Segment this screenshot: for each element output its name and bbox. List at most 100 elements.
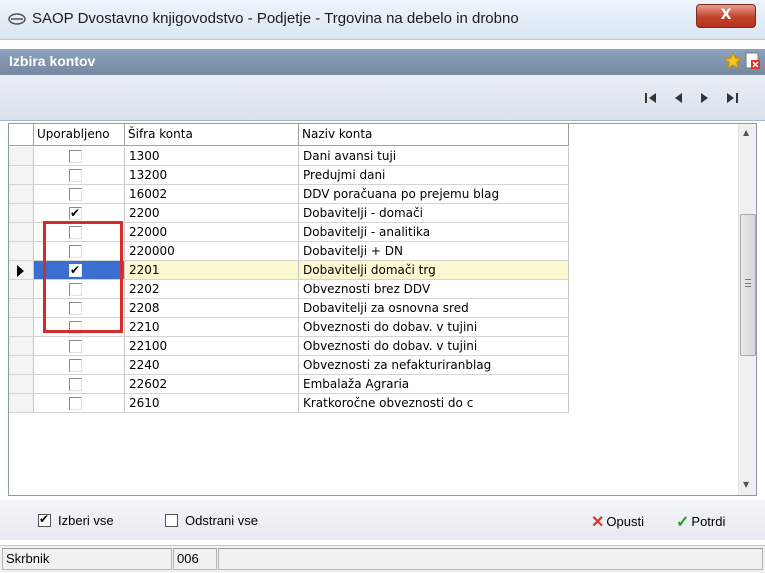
grid-header: Uporabljeno Šifra konta Naziv konta bbox=[9, 124, 569, 146]
used-checkbox[interactable] bbox=[69, 359, 82, 372]
account-name-cell: DDV poračuana po prejemu blag bbox=[299, 185, 569, 204]
row-indicator[interactable] bbox=[9, 356, 34, 375]
used-checkbox[interactable] bbox=[69, 340, 82, 353]
previous-record-icon[interactable] bbox=[670, 91, 686, 105]
row-indicator[interactable] bbox=[9, 242, 34, 261]
status-field-label: Skrbnik bbox=[2, 548, 172, 570]
document-icon[interactable] bbox=[745, 52, 761, 70]
confirm-label: Potrdi bbox=[691, 514, 726, 529]
used-cell bbox=[34, 337, 125, 356]
used-checkbox[interactable] bbox=[69, 397, 82, 410]
account-code-cell: 2201 bbox=[125, 261, 299, 280]
used-checkbox[interactable] bbox=[69, 169, 82, 182]
account-name-cell: Obveznosti brez DDV bbox=[299, 280, 569, 299]
account-name-cell: Dani avansi tuji bbox=[299, 147, 569, 166]
table-row[interactable]: 2610 Kratkoročne obveznosti do c bbox=[9, 394, 569, 413]
row-indicator[interactable] bbox=[9, 147, 34, 166]
account-code-cell: 2610 bbox=[125, 394, 299, 413]
row-indicator[interactable] bbox=[9, 337, 34, 356]
account-code-cell: 1300 bbox=[125, 147, 299, 166]
last-record-icon[interactable] bbox=[724, 91, 740, 105]
column-header-used[interactable]: Uporabljeno bbox=[34, 124, 125, 146]
select-all-option[interactable]: Izberi vse bbox=[38, 512, 114, 528]
account-name-cell: Dobavitelji - analitika bbox=[299, 223, 569, 242]
account-code-cell: 220000 bbox=[125, 242, 299, 261]
table-row[interactable]: 2240 Obveznosti za nefakturiranblag bbox=[9, 356, 569, 375]
navigation-bar bbox=[0, 75, 765, 121]
column-header-account-code[interactable]: Šifra konta bbox=[125, 124, 299, 146]
account-code-cell: 22100 bbox=[125, 337, 299, 356]
select-all-checkbox[interactable] bbox=[38, 512, 51, 527]
cancel-icon: ✕ bbox=[591, 514, 605, 531]
scroll-thumb[interactable] bbox=[740, 214, 756, 356]
app-icon bbox=[8, 13, 26, 25]
table-row[interactable]: 13200 Predujmi dani bbox=[9, 166, 569, 185]
account-name-cell: Dobavitelji domači trg bbox=[299, 261, 569, 280]
account-name-cell: Dobavitelji za osnovna sred bbox=[299, 299, 569, 318]
account-code-cell: 2202 bbox=[125, 280, 299, 299]
cancel-label: Opusti bbox=[606, 514, 644, 529]
account-name-cell: Kratkoročne obveznosti do c bbox=[299, 394, 569, 413]
account-code-cell: 13200 bbox=[125, 166, 299, 185]
accounts-grid: Uporabljeno Šifra konta Naziv konta 1300… bbox=[8, 123, 757, 496]
grip-icon bbox=[745, 279, 751, 287]
current-row-arrow-icon bbox=[17, 265, 24, 277]
table-row[interactable]: 16002 DDV poračuana po prejemu blag bbox=[9, 185, 569, 204]
window-titlebar: SAOP Dvostavno knjigovodstvo - Podjetje … bbox=[0, 0, 765, 40]
row-indicator[interactable] bbox=[9, 280, 34, 299]
account-code-cell: 2200 bbox=[125, 204, 299, 223]
row-indicator[interactable] bbox=[9, 375, 34, 394]
account-name-cell: Obveznosti do dobav. v tujini bbox=[299, 337, 569, 356]
account-code-cell: 2210 bbox=[125, 318, 299, 337]
cancel-button[interactable]: ✕ Opusti bbox=[591, 512, 644, 532]
vertical-scrollbar[interactable]: ▲ ▼ bbox=[738, 124, 756, 495]
status-field-value: 006 bbox=[173, 548, 217, 570]
row-indicator[interactable] bbox=[9, 185, 34, 204]
row-indicator[interactable] bbox=[9, 318, 34, 337]
account-name-cell: Obveznosti za nefakturiranblag bbox=[299, 356, 569, 375]
scroll-up-icon[interactable]: ▲ bbox=[743, 128, 749, 137]
account-name-cell: Obveznosti do dobav. v tujini bbox=[299, 318, 569, 337]
close-button[interactable]: X bbox=[696, 4, 756, 28]
account-name-cell: Embalaža Agraria bbox=[299, 375, 569, 394]
dialog-title: Izbira kontov bbox=[9, 53, 96, 69]
row-indicator[interactable] bbox=[9, 204, 34, 223]
table-row[interactable]: 22602 Embalaža Agraria bbox=[9, 375, 569, 394]
used-checkbox[interactable] bbox=[69, 204, 82, 222]
row-indicator[interactable] bbox=[9, 166, 34, 185]
bottom-bar: Izberi vse Odstrani vse ✕Opusti ✓Potrdi bbox=[0, 500, 765, 540]
next-record-icon[interactable] bbox=[697, 91, 713, 105]
highlight-box bbox=[43, 221, 123, 333]
used-checkbox[interactable] bbox=[69, 150, 82, 163]
status-bar: Skrbnik 006 bbox=[0, 545, 765, 573]
table-row[interactable]: 1300 Dani avansi tuji bbox=[9, 147, 569, 166]
account-name-cell: Dobavitelji + DN bbox=[299, 242, 569, 261]
dialog-header: Izbira kontov bbox=[0, 49, 765, 75]
scroll-down-icon[interactable]: ▼ bbox=[743, 480, 749, 489]
account-code-cell: 22000 bbox=[125, 223, 299, 242]
header-indicator bbox=[9, 124, 34, 146]
remove-all-checkbox[interactable] bbox=[165, 514, 178, 527]
star-icon[interactable] bbox=[724, 52, 742, 70]
used-checkbox[interactable] bbox=[69, 188, 82, 201]
account-code-cell: 2240 bbox=[125, 356, 299, 375]
remove-all-option[interactable]: Odstrani vse bbox=[165, 513, 258, 528]
used-cell bbox=[34, 147, 125, 166]
account-name-cell: Dobavitelji - domači bbox=[299, 204, 569, 223]
remove-all-label: Odstrani vse bbox=[185, 513, 258, 528]
row-indicator[interactable] bbox=[9, 223, 34, 242]
row-indicator[interactable] bbox=[9, 299, 34, 318]
select-all-label: Izberi vse bbox=[58, 513, 114, 528]
row-indicator[interactable] bbox=[9, 394, 34, 413]
first-record-icon[interactable] bbox=[643, 91, 659, 105]
table-row[interactable]: 22100 Obveznosti do dobav. v tujini bbox=[9, 337, 569, 356]
confirm-button[interactable]: ✓ Potrdi bbox=[676, 512, 725, 532]
used-checkbox[interactable] bbox=[69, 378, 82, 391]
row-indicator[interactable] bbox=[9, 261, 34, 280]
account-code-cell: 16002 bbox=[125, 185, 299, 204]
confirm-icon: ✓ bbox=[676, 514, 690, 531]
used-cell bbox=[34, 375, 125, 394]
column-header-account-name[interactable]: Naziv konta bbox=[299, 124, 569, 146]
account-code-cell: 22602 bbox=[125, 375, 299, 394]
used-cell bbox=[34, 356, 125, 375]
